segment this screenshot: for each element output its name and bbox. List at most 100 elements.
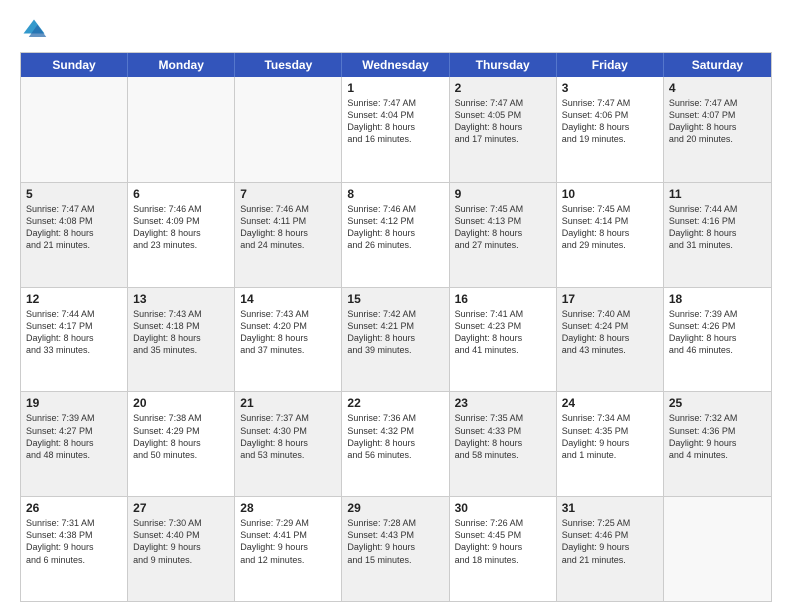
cell-info: Sunrise: 7:30 AM Sunset: 4:40 PM Dayligh… xyxy=(133,517,229,566)
day-number: 14 xyxy=(240,292,336,306)
calendar-cell: 7Sunrise: 7:46 AM Sunset: 4:11 PM Daylig… xyxy=(235,183,342,287)
calendar-cell: 21 Sunrise: 7:37 AM Sunset: 4:30 PM Dayli… xyxy=(235,392,342,496)
day-number: 27 xyxy=(133,501,229,515)
weekday-header-thursday: Thursday xyxy=(450,53,557,77)
day-number: 3 xyxy=(562,81,658,95)
calendar-week-5: 26Sunrise: 7:31 AM Sunset: 4:38 PM Dayli… xyxy=(21,496,771,601)
calendar-cell: 2 Sunrise: 7:47 AM Sunset: 4:05 PM Daylig… xyxy=(450,77,557,182)
page: SundayMondayTuesdayWednesdayThursdayFrid… xyxy=(0,0,792,612)
day-number: 16 xyxy=(455,292,551,306)
day-number: 11 xyxy=(669,187,766,201)
calendar-cell: 8Sunrise: 7:46 AM Sunset: 4:12 PM Daylig… xyxy=(342,183,449,287)
cell-info: Sunrise: 7:47 AM Sunset: 4:07 PM Dayligh… xyxy=(669,97,766,146)
day-number: 13 xyxy=(133,292,229,306)
calendar-cell: 17 Sunrise: 7:40 AM Sunset: 4:24 PM Dayli… xyxy=(557,288,664,392)
calendar: SundayMondayTuesdayWednesdayThursdayFrid… xyxy=(20,52,772,602)
calendar-week-2: 5Sunrise: 7:47 AM Sunset: 4:08 PM Daylig… xyxy=(21,182,771,287)
calendar-cell: 24 Sunrise: 7:34 AM Sunset: 4:35 PM Dayli… xyxy=(557,392,664,496)
weekday-header-saturday: Saturday xyxy=(664,53,771,77)
cell-info: Sunrise: 7:41 AM Sunset: 4:23 PM Dayligh… xyxy=(455,308,551,357)
day-number: 24 xyxy=(562,396,658,410)
cell-info: Sunrise: 7:39 AM Sunset: 4:26 PM Dayligh… xyxy=(669,308,766,357)
calendar-cell: 25Sunrise: 7:32 AM Sunset: 4:36 PM Dayli… xyxy=(664,392,771,496)
cell-info: Sunrise: 7:47 AM Sunset: 4:04 PM Dayligh… xyxy=(347,97,443,146)
cell-info: Sunrise: 7:43 AM Sunset: 4:20 PM Dayligh… xyxy=(240,308,336,357)
day-number: 29 xyxy=(347,501,443,515)
day-number: 23 xyxy=(455,396,551,410)
calendar-cell: 9 Sunrise: 7:45 AM Sunset: 4:13 PM Daylig… xyxy=(450,183,557,287)
calendar-cell: 11 Sunrise: 7:44 AM Sunset: 4:16 PM Dayli… xyxy=(664,183,771,287)
day-number: 30 xyxy=(455,501,551,515)
calendar-cell: 15 Sunrise: 7:42 AM Sunset: 4:21 PM Dayli… xyxy=(342,288,449,392)
cell-info: Sunrise: 7:44 AM Sunset: 4:16 PM Dayligh… xyxy=(669,203,766,252)
day-number: 12 xyxy=(26,292,122,306)
day-number: 22 xyxy=(347,396,443,410)
cell-info: Sunrise: 7:45 AM Sunset: 4:14 PM Dayligh… xyxy=(562,203,658,252)
calendar-cell: 28 Sunrise: 7:29 AM Sunset: 4:41 PM Dayli… xyxy=(235,497,342,601)
cell-info: Sunrise: 7:25 AM Sunset: 4:46 PM Dayligh… xyxy=(562,517,658,566)
cell-info: Sunrise: 7:34 AM Sunset: 4:35 PM Dayligh… xyxy=(562,412,658,461)
day-number: 8 xyxy=(347,187,443,201)
calendar-cell: 4 Sunrise: 7:47 AM Sunset: 4:07 PM Daylig… xyxy=(664,77,771,182)
day-number: 21 xyxy=(240,396,336,410)
day-number: 1 xyxy=(347,81,443,95)
cell-info: Sunrise: 7:46 AM Sunset: 4:11 PM Dayligh… xyxy=(240,203,336,252)
calendar-cell: 20 Sunrise: 7:38 AM Sunset: 4:29 PM Dayli… xyxy=(128,392,235,496)
day-number: 25 xyxy=(669,396,766,410)
cell-info: Sunrise: 7:47 AM Sunset: 4:06 PM Dayligh… xyxy=(562,97,658,146)
day-number: 4 xyxy=(669,81,766,95)
day-number: 10 xyxy=(562,187,658,201)
cell-info: Sunrise: 7:40 AM Sunset: 4:24 PM Dayligh… xyxy=(562,308,658,357)
cell-info: Sunrise: 7:29 AM Sunset: 4:41 PM Dayligh… xyxy=(240,517,336,566)
cell-info: Sunrise: 7:45 AM Sunset: 4:13 PM Dayligh… xyxy=(455,203,551,252)
cell-info: Sunrise: 7:46 AM Sunset: 4:09 PM Dayligh… xyxy=(133,203,229,252)
calendar-header: SundayMondayTuesdayWednesdayThursdayFrid… xyxy=(21,53,771,77)
calendar-cell: 5Sunrise: 7:47 AM Sunset: 4:08 PM Daylig… xyxy=(21,183,128,287)
day-number: 28 xyxy=(240,501,336,515)
calendar-week-1: 1 Sunrise: 7:47 AM Sunset: 4:04 PM Daylig… xyxy=(21,77,771,182)
cell-info: Sunrise: 7:38 AM Sunset: 4:29 PM Dayligh… xyxy=(133,412,229,461)
weekday-header-friday: Friday xyxy=(557,53,664,77)
day-number: 19 xyxy=(26,396,122,410)
calendar-cell: 12Sunrise: 7:44 AM Sunset: 4:17 PM Dayli… xyxy=(21,288,128,392)
calendar-week-4: 19 Sunrise: 7:39 AM Sunset: 4:27 PM Dayli… xyxy=(21,391,771,496)
day-number: 31 xyxy=(562,501,658,515)
calendar-cell: 19 Sunrise: 7:39 AM Sunset: 4:27 PM Dayli… xyxy=(21,392,128,496)
calendar-week-3: 12Sunrise: 7:44 AM Sunset: 4:17 PM Dayli… xyxy=(21,287,771,392)
calendar-cell xyxy=(235,77,342,182)
calendar-cell: 3 Sunrise: 7:47 AM Sunset: 4:06 PM Daylig… xyxy=(557,77,664,182)
calendar-cell: 26Sunrise: 7:31 AM Sunset: 4:38 PM Dayli… xyxy=(21,497,128,601)
day-number: 15 xyxy=(347,292,443,306)
cell-info: Sunrise: 7:37 AM Sunset: 4:30 PM Dayligh… xyxy=(240,412,336,461)
calendar-cell: 1 Sunrise: 7:47 AM Sunset: 4:04 PM Daylig… xyxy=(342,77,449,182)
cell-info: Sunrise: 7:35 AM Sunset: 4:33 PM Dayligh… xyxy=(455,412,551,461)
day-number: 6 xyxy=(133,187,229,201)
logo-icon xyxy=(20,16,48,44)
day-number: 20 xyxy=(133,396,229,410)
calendar-cell xyxy=(21,77,128,182)
day-number: 18 xyxy=(669,292,766,306)
cell-info: Sunrise: 7:47 AM Sunset: 4:05 PM Dayligh… xyxy=(455,97,551,146)
calendar-cell: 27 Sunrise: 7:30 AM Sunset: 4:40 PM Dayli… xyxy=(128,497,235,601)
calendar-cell xyxy=(128,77,235,182)
cell-info: Sunrise: 7:47 AM Sunset: 4:08 PM Dayligh… xyxy=(26,203,122,252)
calendar-cell: 6 Sunrise: 7:46 AM Sunset: 4:09 PM Daylig… xyxy=(128,183,235,287)
cell-info: Sunrise: 7:39 AM Sunset: 4:27 PM Dayligh… xyxy=(26,412,122,461)
day-number: 26 xyxy=(26,501,122,515)
cell-info: Sunrise: 7:26 AM Sunset: 4:45 PM Dayligh… xyxy=(455,517,551,566)
cell-info: Sunrise: 7:36 AM Sunset: 4:32 PM Dayligh… xyxy=(347,412,443,461)
day-number: 2 xyxy=(455,81,551,95)
weekday-header-sunday: Sunday xyxy=(21,53,128,77)
header xyxy=(20,16,772,44)
cell-info: Sunrise: 7:28 AM Sunset: 4:43 PM Dayligh… xyxy=(347,517,443,566)
calendar-cell: 16 Sunrise: 7:41 AM Sunset: 4:23 PM Dayli… xyxy=(450,288,557,392)
day-number: 17 xyxy=(562,292,658,306)
calendar-cell: 29 Sunrise: 7:28 AM Sunset: 4:43 PM Dayli… xyxy=(342,497,449,601)
calendar-cell: 31 Sunrise: 7:25 AM Sunset: 4:46 PM Dayli… xyxy=(557,497,664,601)
day-number: 9 xyxy=(455,187,551,201)
calendar-cell xyxy=(664,497,771,601)
weekday-header-wednesday: Wednesday xyxy=(342,53,449,77)
calendar-cell: 30 Sunrise: 7:26 AM Sunset: 4:45 PM Dayli… xyxy=(450,497,557,601)
cell-info: Sunrise: 7:42 AM Sunset: 4:21 PM Dayligh… xyxy=(347,308,443,357)
calendar-cell: 13Sunrise: 7:43 AM Sunset: 4:18 PM Dayli… xyxy=(128,288,235,392)
